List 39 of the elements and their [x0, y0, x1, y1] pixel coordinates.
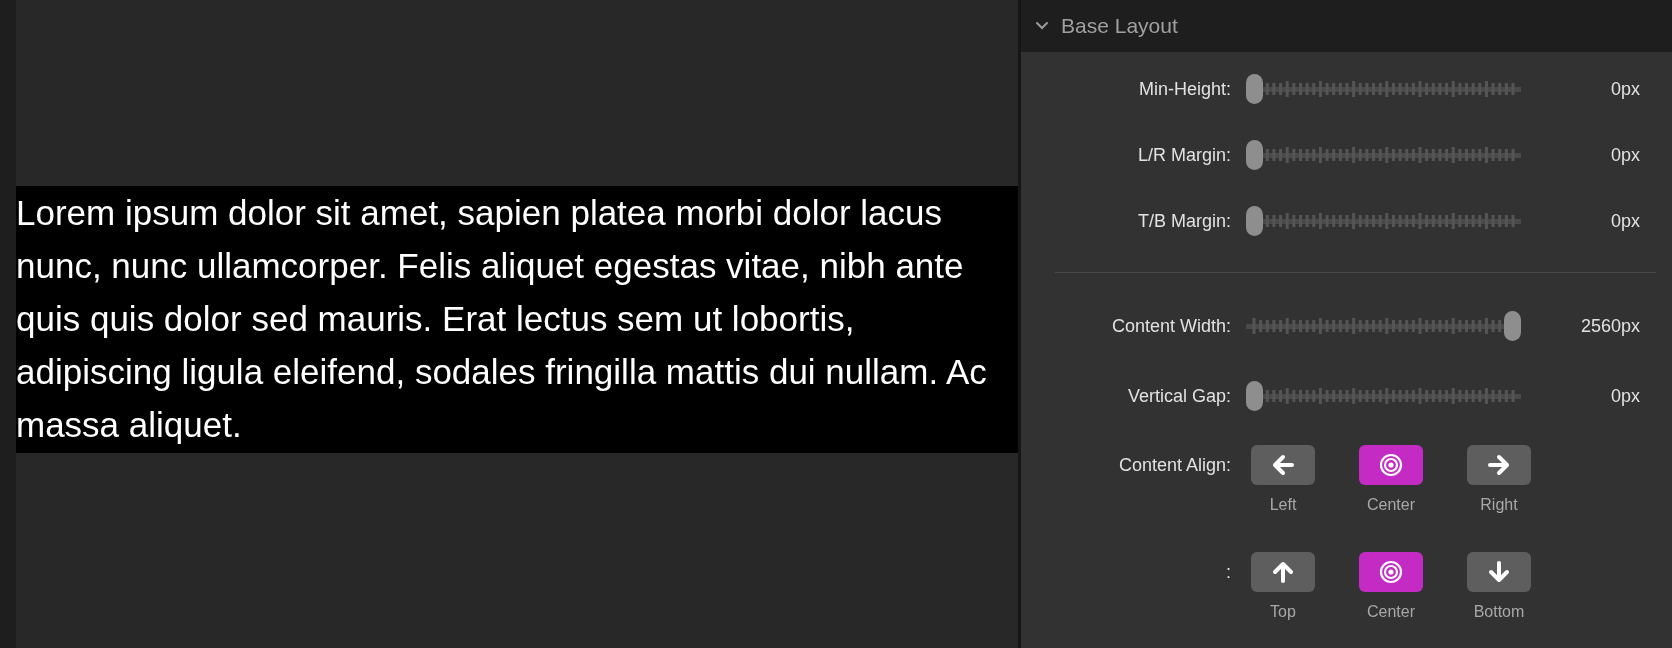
align-button[interactable] — [1359, 552, 1423, 592]
slider-label: Vertical Gap: — [1126, 384, 1231, 408]
slider-label: T/B Margin: — [1136, 209, 1231, 233]
section-header[interactable]: Base Layout — [1021, 0, 1672, 52]
align-option-label: Bottom — [1473, 602, 1525, 622]
align-button[interactable] — [1467, 445, 1531, 485]
align-option-label: Right — [1480, 495, 1518, 515]
slider-value: 0px — [1609, 77, 1641, 101]
section-title: Base Layout — [1061, 13, 1178, 40]
align-button[interactable] — [1467, 552, 1531, 592]
align-option-label: Left — [1269, 495, 1297, 515]
slider-thumb[interactable] — [1246, 381, 1263, 411]
arrow-left-icon — [1271, 453, 1295, 477]
slider-value: 0px — [1609, 209, 1641, 233]
align-option-label: Center — [1367, 495, 1415, 515]
slider-thumb[interactable] — [1246, 140, 1263, 170]
slider-label: Content Width: — [1110, 314, 1231, 338]
align-label: Content Align: — [1117, 454, 1231, 477]
slider-value: 0px — [1609, 384, 1641, 408]
slider-thumb[interactable] — [1246, 74, 1263, 104]
arrow-down-icon — [1487, 560, 1511, 584]
slider-value: 2560px — [1579, 314, 1641, 338]
slider-thumb[interactable] — [1246, 206, 1263, 236]
slider-label: Min-Height: — [1137, 77, 1231, 101]
slider-value: 0px — [1609, 143, 1641, 167]
align-label: : — [1225, 561, 1231, 584]
arrow-right-icon — [1487, 453, 1511, 477]
align-button[interactable] — [1251, 445, 1315, 485]
align-option-label: Center — [1367, 602, 1415, 622]
target-icon — [1379, 453, 1403, 477]
chevron-icon — [1035, 21, 1049, 31]
align-button[interactable] — [1251, 552, 1315, 592]
target-icon — [1379, 560, 1403, 584]
arrow-up-icon — [1271, 560, 1295, 584]
slider-thumb[interactable] — [1504, 311, 1521, 341]
align-option-label: Top — [1270, 602, 1296, 622]
text-block: Lorem ipsum dolor sit amet, sapien platea morbi dolor lacus nunc, nunc ullamcorper. Felis aliquet egestas vitae, nibh ante quis quis dolor sed mauris. Erat lectus sem ut lobortis, adipiscing ligula eleifend, sodales fringilla mattis dui nullam. Ac massa aliquet. — [16, 186, 1018, 453]
slider-label: L/R Margin: — [1136, 143, 1231, 167]
align-button[interactable] — [1359, 445, 1423, 485]
